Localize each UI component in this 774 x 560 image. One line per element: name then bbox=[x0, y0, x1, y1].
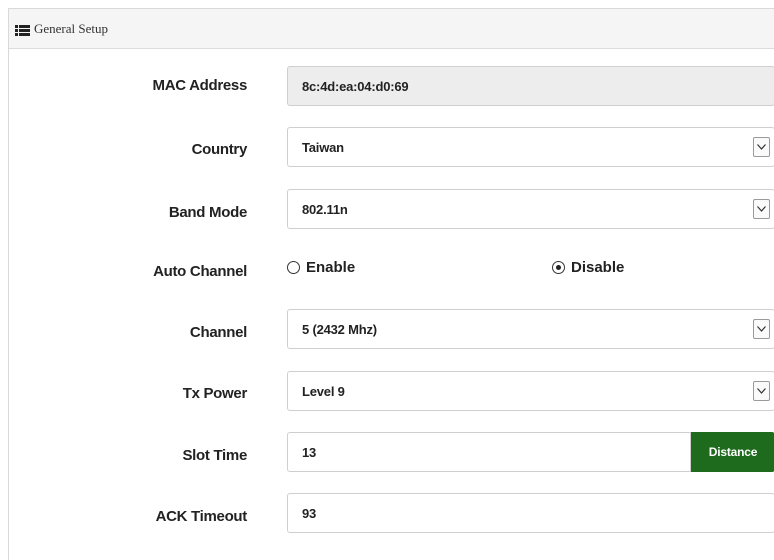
chevron-down-icon[interactable] bbox=[753, 381, 770, 401]
tx-power-value: Level 9 bbox=[302, 383, 345, 399]
chevron-down-icon[interactable] bbox=[753, 137, 770, 157]
disable-label: Disable bbox=[571, 259, 625, 276]
enable-radio[interactable] bbox=[287, 261, 300, 274]
disable-radio[interactable] bbox=[552, 261, 565, 274]
panel-header: General Setup bbox=[9, 9, 774, 49]
country-label: Country bbox=[191, 141, 248, 158]
auto-channel-enable-option[interactable]: Enable bbox=[287, 259, 355, 276]
list-icon bbox=[15, 23, 30, 36]
country-select[interactable]: Taiwan bbox=[287, 127, 774, 167]
general-setup-panel: General Setup MAC Address 8c:4d:ea:04:d0… bbox=[8, 8, 774, 560]
band-mode-select[interactable]: 802.11n bbox=[287, 189, 774, 229]
slot-time-value: 13 bbox=[302, 444, 317, 460]
channel-select[interactable]: 5 (2432 Mhz) bbox=[287, 309, 774, 349]
chevron-down-icon[interactable] bbox=[753, 319, 770, 339]
ack-timeout-input[interactable]: 93 bbox=[287, 493, 774, 533]
band-mode-label: Band Mode bbox=[168, 204, 247, 221]
channel-label: Channel bbox=[189, 324, 247, 341]
tx-power-select[interactable]: Level 9 bbox=[287, 371, 774, 411]
mac-address-value: 8c:4d:ea:04:d0:69 bbox=[302, 78, 409, 94]
channel-value: 5 (2432 Mhz) bbox=[302, 321, 377, 337]
slot-time-input[interactable]: 13 bbox=[287, 432, 691, 472]
band-mode-value: 802.11n bbox=[302, 201, 348, 217]
chevron-down-icon[interactable] bbox=[753, 199, 770, 219]
tx-power-label: Tx Power bbox=[182, 385, 248, 402]
ack-timeout-value: 93 bbox=[302, 505, 317, 521]
enable-label: Enable bbox=[306, 259, 356, 276]
ack-timeout-label: ACK Timeout bbox=[155, 508, 248, 525]
mac-address-field: 8c:4d:ea:04:d0:69 bbox=[287, 66, 774, 106]
country-value: Taiwan bbox=[302, 139, 344, 155]
panel-title: General Setup bbox=[34, 20, 109, 36]
distance-button[interactable]: Distance bbox=[691, 432, 774, 472]
mac-label: MAC Address bbox=[152, 77, 248, 94]
auto-channel-disable-option[interactable]: Disable bbox=[552, 259, 624, 276]
auto-channel-label: Auto Channel bbox=[153, 263, 247, 280]
slot-time-label: Slot Time bbox=[182, 447, 247, 464]
